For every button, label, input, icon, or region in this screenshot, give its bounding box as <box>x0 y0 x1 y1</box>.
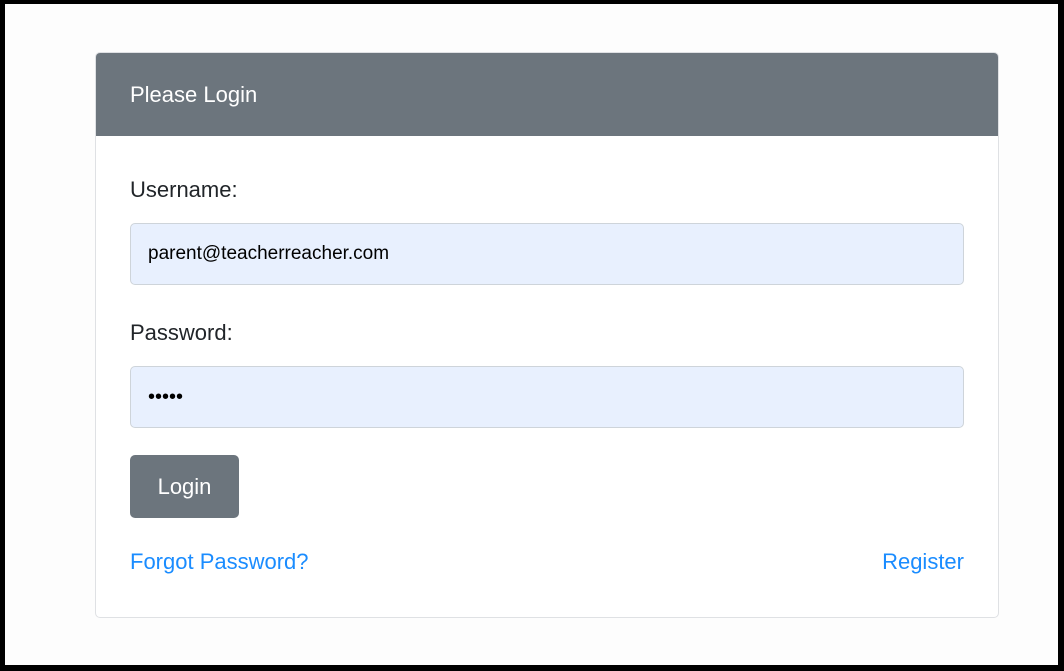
window-frame: Please Login Username: Password: Login F… <box>0 0 1064 671</box>
login-button[interactable]: Login <box>130 455 239 518</box>
card-header-title: Please Login <box>96 53 998 136</box>
username-label: Username: <box>130 177 238 202</box>
password-input[interactable] <box>130 366 964 428</box>
username-input[interactable] <box>130 223 964 285</box>
forgot-password-link[interactable]: Forgot Password? <box>130 549 309 575</box>
login-card: Please Login Username: Password: Login F… <box>95 52 999 618</box>
register-link[interactable]: Register <box>882 549 964 575</box>
password-label: Password: <box>130 320 233 345</box>
